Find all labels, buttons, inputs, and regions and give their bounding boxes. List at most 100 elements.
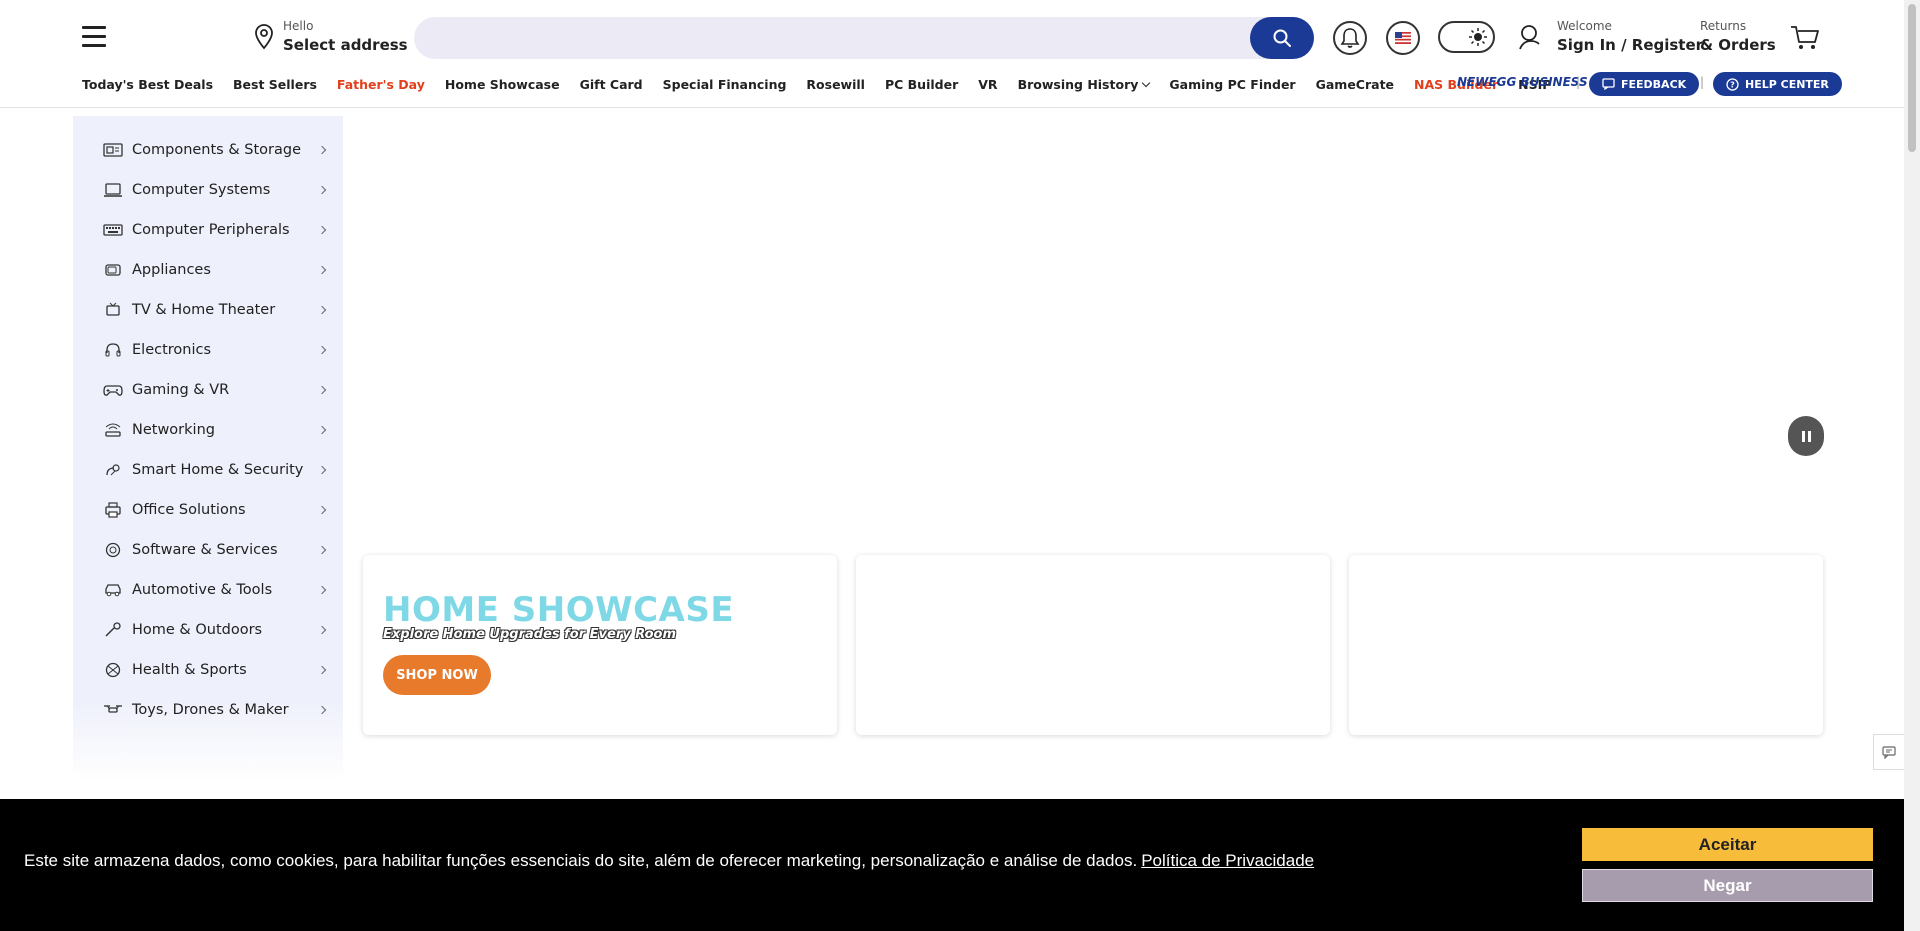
chevron-right-icon: [317, 185, 327, 195]
laptop-icon: [103, 182, 123, 198]
feedback-icon: [1602, 78, 1615, 90]
sidebar-item-home-outdoors[interactable]: Home & Outdoors: [103, 615, 327, 645]
smart-home-icon: [103, 462, 123, 478]
nav-rosewill[interactable]: Rosewill: [806, 77, 865, 92]
sidebar-item-label: Appliances: [132, 262, 211, 278]
sidebar-item-gaming-vr[interactable]: Gaming & VR: [103, 375, 327, 405]
sidebar-item-label: Smart Home & Security: [132, 462, 304, 478]
user-icon: [1519, 25, 1540, 50]
address-selector[interactable]: Hello Select address: [253, 18, 408, 56]
cookie-banner: Este site armazena dados, como cookies, …: [0, 799, 1904, 931]
sidebar-item-label: Automotive & Tools: [132, 582, 273, 598]
location-pin-icon: [255, 24, 273, 50]
cart-icon[interactable]: [1790, 24, 1820, 52]
sports-icon: [103, 662, 123, 678]
sidebar-item-toys-drones-maker[interactable]: Toys, Drones & Maker: [103, 695, 327, 725]
components-icon: [103, 142, 123, 158]
sidebar-item-appliances[interactable]: Appliances: [103, 255, 327, 285]
sidebar-item-components-storage[interactable]: Components & Storage: [103, 135, 327, 165]
accept-button[interactable]: Aceitar: [1582, 828, 1873, 861]
sidebar-item-label: TV & Home Theater: [132, 302, 276, 318]
nav-links: Today's Best Deals Best Sellers Father's…: [82, 72, 1571, 96]
router-icon: [103, 422, 123, 438]
sidebar-item-label: Software & Services: [132, 542, 278, 558]
keyboard-icon: [103, 222, 123, 238]
privacy-policy-link[interactable]: Política de Privacidade: [1141, 851, 1314, 870]
country-selector[interactable]: [1386, 21, 1420, 55]
chevron-right-icon: [317, 425, 327, 435]
help-center-button[interactable]: ? HELP CENTER: [1713, 72, 1842, 96]
tools-icon: [103, 622, 123, 638]
sign-in-register: Sign In / Register: [1557, 36, 1704, 54]
sidebar-item-label: Electronics: [132, 342, 212, 358]
chat-icon: [1882, 745, 1896, 759]
sidebar-item-computer-peripherals[interactable]: Computer Peripherals: [103, 215, 327, 245]
nav-gift-card[interactable]: Gift Card: [580, 77, 643, 92]
carousel-pause-button[interactable]: [1788, 416, 1824, 456]
nav-vr[interactable]: VR: [978, 77, 997, 92]
feedback-button[interactable]: FEEDBACK: [1589, 72, 1700, 96]
sidebar-item-office-solutions[interactable]: Office Solutions: [103, 495, 327, 525]
account-welcome: Welcome: [1557, 19, 1612, 33]
sidebar-item-networking[interactable]: Networking: [103, 415, 327, 445]
sidebar-item-label: Health & Sports: [132, 662, 247, 678]
nav-special-financing[interactable]: Special Financing: [663, 77, 787, 92]
chevron-right-icon: [317, 345, 327, 355]
sidebar-item-health-sports[interactable]: Health & Sports: [103, 655, 327, 685]
search-bar: [414, 17, 1314, 59]
divider: |: [1700, 75, 1705, 89]
software-icon: [103, 542, 123, 558]
sidebar-item-label: Home & Outdoors: [132, 622, 263, 638]
sidebar-item-label: Networking: [132, 422, 215, 438]
category-sidebar: Components & Storage Computer Systems Comp…: [73, 116, 343, 781]
cookie-text: Este site armazena dados, como cookies, …: [24, 851, 1138, 870]
account-menu[interactable]: Welcome Sign In / Register: [1517, 18, 1703, 56]
sidebar-item-label: Components & Storage: [132, 142, 301, 158]
notifications-button[interactable]: [1333, 21, 1367, 55]
drone-icon: [103, 702, 123, 718]
sidebar-item-tv-home-theater[interactable]: TV & Home Theater: [103, 295, 327, 325]
chevron-right-icon: [317, 665, 327, 675]
returns-orders[interactable]: Returns & Orders: [1700, 18, 1776, 56]
tv-icon: [103, 302, 123, 318]
search-input[interactable]: [414, 17, 1250, 59]
promo-subtitle: Explore Home Upgrades for Every Room: [383, 627, 677, 642]
page-scrollbar[interactable]: [1904, 0, 1920, 931]
deny-button[interactable]: Negar: [1582, 869, 1873, 902]
sidebar-item-automotive-tools[interactable]: Automotive & Tools: [103, 575, 327, 605]
sidebar-item-software-services[interactable]: Software & Services: [103, 535, 327, 565]
menu-icon[interactable]: [82, 26, 108, 48]
nav-fathers-day[interactable]: Father's Day: [337, 77, 425, 92]
printer-icon: [103, 502, 123, 518]
nav-pc-builder[interactable]: PC Builder: [885, 77, 958, 92]
newegg-business-link[interactable]: NEWEGG BUSINESS: [1457, 75, 1588, 89]
promo-card[interactable]: [856, 555, 1330, 735]
site-header: Hello Select address Welcome Sign In / R…: [0, 0, 1904, 108]
us-flag-icon: [1395, 32, 1411, 44]
promo-title: HOME SHOWCASE: [383, 590, 735, 630]
nav-browsing-history[interactable]: Browsing History: [1017, 76, 1151, 92]
sidebar-item-electronics[interactable]: Electronics: [103, 335, 327, 365]
shop-now-button[interactable]: SHOP NOW: [383, 655, 491, 695]
address-hello: Hello: [283, 19, 314, 33]
search-button[interactable]: [1250, 17, 1314, 59]
scrollbar-thumb[interactable]: [1908, 4, 1916, 152]
nav-home-showcase[interactable]: Home Showcase: [445, 77, 560, 92]
browsing-history-label: Browsing History: [1017, 76, 1139, 92]
promo-card[interactable]: [1349, 555, 1823, 735]
search-icon: [1273, 29, 1291, 47]
nav-best-sellers[interactable]: Best Sellers: [233, 77, 317, 92]
nav-gamecrate[interactable]: GameCrate: [1316, 77, 1394, 92]
promo-card-home-showcase[interactable]: HOME SHOWCASE Explore Home Upgrades for …: [363, 555, 837, 735]
bell-icon: [1340, 28, 1360, 48]
chat-tab[interactable]: [1873, 734, 1904, 770]
chevron-right-icon: [317, 465, 327, 475]
chevron-right-icon: [317, 145, 327, 155]
sidebar-item-computer-systems[interactable]: Computer Systems: [103, 175, 327, 205]
sidebar-item-smart-home-security[interactable]: Smart Home & Security: [103, 455, 327, 485]
chevron-right-icon: [317, 225, 327, 235]
nav-gaming-pc-finder[interactable]: Gaming PC Finder: [1169, 77, 1295, 92]
chevron-right-icon: [317, 505, 327, 515]
nav-todays-best-deals[interactable]: Today's Best Deals: [82, 77, 213, 92]
theme-toggle[interactable]: [1438, 21, 1495, 53]
